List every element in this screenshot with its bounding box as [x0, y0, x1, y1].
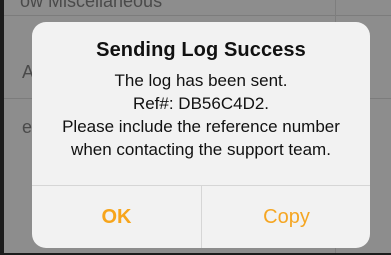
background-row-label: ow Miscellaneous [20, 0, 163, 11]
alert-message-line: when contacting the support team. [71, 140, 331, 159]
alert-dialog: Sending Log Success The log has been sen… [32, 22, 370, 248]
ok-button[interactable]: OK [32, 186, 201, 248]
alert-message-line: The log has been sent. [114, 71, 288, 90]
alert-message-line: Please include the reference number [62, 117, 340, 136]
background-row-label: e [22, 117, 33, 137]
alert-body: Sending Log Success The log has been sen… [32, 22, 370, 185]
screen: ow Miscellaneous A e Sending Log Success… [0, 0, 391, 255]
copy-button[interactable]: Copy [202, 186, 370, 248]
alert-message-line: Ref#: DB56C4D2. [132, 94, 270, 113]
alert-title: Sending Log Success [96, 39, 306, 61]
background-row-divider [0, 15, 391, 16]
window-frame-edge [0, 0, 4, 255]
